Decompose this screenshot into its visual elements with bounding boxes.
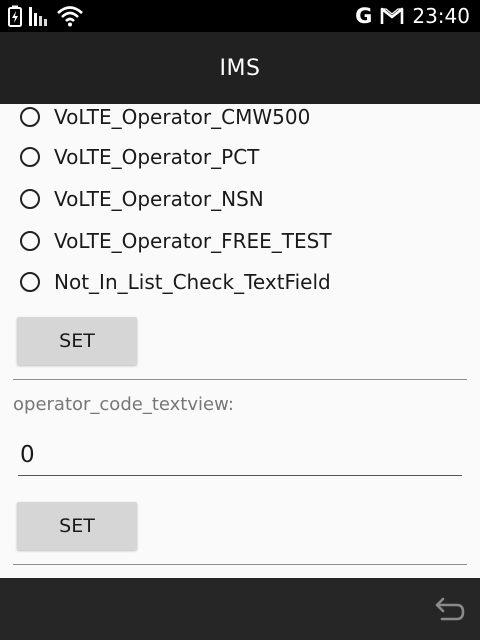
radio-option-not-in-list[interactable]: Not_In_List_Check_TextField — [20, 262, 331, 302]
status-clock: 23:40 — [412, 4, 470, 28]
radio-button-icon — [20, 147, 40, 167]
radio-button-icon — [20, 231, 40, 251]
radio-option-free-test[interactable]: VoLTE_Operator_FREE_TEST — [20, 221, 332, 261]
status-right-icons: G 23:40 — [355, 2, 470, 30]
divider — [13, 564, 467, 565]
radio-option-label: VoLTE_Operator_FREE_TEST — [54, 229, 332, 253]
operator-code-input[interactable]: 0 — [18, 434, 462, 476]
settings-content[interactable]: VoLTE_Operator_CMW500 VoLTE_Operator_PCT… — [0, 104, 480, 578]
gmail-icon — [381, 7, 404, 24]
signal-bars-icon — [29, 7, 47, 26]
radio-option-pct[interactable]: VoLTE_Operator_PCT — [20, 137, 259, 177]
battery-charging-icon — [8, 5, 22, 27]
radio-button-icon — [20, 272, 40, 292]
set-operator-code-button[interactable]: SET — [17, 502, 137, 550]
radio-option-label: VoLTE_Operator_CMW500 — [54, 105, 311, 129]
radio-button-icon — [20, 189, 40, 209]
status-left-icons — [8, 4, 84, 28]
divider — [13, 379, 467, 380]
operator-code-label: operator_code_textview: — [13, 394, 234, 415]
radio-option-label: VoLTE_Operator_NSN — [54, 187, 264, 211]
radio-option-label: Not_In_List_Check_TextField — [54, 270, 331, 294]
set-operator-button[interactable]: SET — [17, 317, 137, 365]
app-title: IMS — [219, 55, 261, 81]
google-g-icon: G — [355, 4, 373, 28]
radio-option-label: VoLTE_Operator_PCT — [54, 145, 260, 169]
radio-button-icon — [20, 107, 40, 127]
app-bar: IMS — [0, 32, 480, 104]
status-bar: G 23:40 — [0, 0, 480, 32]
radio-option-nsn[interactable]: VoLTE_Operator_NSN — [20, 179, 264, 219]
radio-option-cmw500[interactable]: VoLTE_Operator_CMW500 — [20, 104, 310, 137]
back-icon[interactable] — [430, 592, 466, 628]
navigation-bar — [0, 578, 480, 640]
wifi-icon — [57, 6, 83, 27]
